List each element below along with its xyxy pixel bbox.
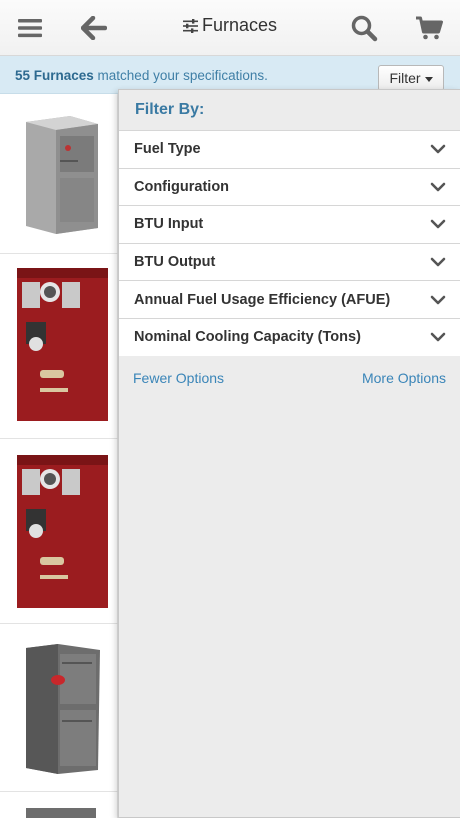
cart-icon[interactable] <box>411 10 447 46</box>
page-title: Furnaces <box>0 15 460 38</box>
filter-option-label: Fuel Type <box>134 141 201 158</box>
page-title-text: Furnaces <box>201 15 278 35</box>
filter-option-label: Configuration <box>134 178 230 195</box>
chevron-down-icon <box>430 295 446 304</box>
search-icon[interactable] <box>346 10 382 46</box>
filter-option-btu-output[interactable]: BTU Output <box>119 242 460 281</box>
filter-option-fuel-type[interactable]: Fuel Type <box>119 130 460 168</box>
product-image <box>0 439 118 623</box>
chevron-down-icon <box>430 220 446 229</box>
product-image <box>0 624 118 791</box>
filter-option-btu-input[interactable]: BTU Input <box>119 205 460 243</box>
product-image <box>0 792 118 818</box>
product-image <box>0 94 118 253</box>
top-nav-bar: Furnaces <box>0 0 460 56</box>
filter-options-links: Fewer Options More Options <box>119 356 460 386</box>
app-root: Furnaces 55 Furnaces matched your specif… <box>0 0 460 818</box>
filter-option-label: Annual Fuel Usage Efficiency (AFUE) <box>134 291 391 308</box>
filter-button[interactable]: Filter <box>378 65 444 91</box>
product-image <box>0 254 118 438</box>
more-options-link[interactable]: More Options <box>362 370 446 386</box>
filter-option-afue[interactable]: Annual Fuel Usage Efficiency (AFUE) <box>119 280 460 318</box>
filter-button-label: Filter <box>389 70 421 86</box>
chevron-down-icon <box>430 182 446 192</box>
results-count: 55 Furnaces <box>15 68 94 83</box>
results-summary: 55 Furnaces matched your specifications. <box>15 68 268 83</box>
chevron-down-icon <box>430 257 446 267</box>
tune-icon <box>182 17 198 38</box>
chevron-down-icon <box>430 332 446 342</box>
fewer-options-link[interactable]: Fewer Options <box>133 370 224 386</box>
caret-down-icon <box>424 76 433 82</box>
results-suffix: matched your specifications. <box>93 68 268 83</box>
filter-heading: Filter By: <box>135 101 205 118</box>
filter-option-cooling-capacity[interactable]: Nominal Cooling Capacity (Tons) <box>119 317 460 356</box>
chevron-down-icon <box>430 144 446 154</box>
filter-dropdown: Filter By: Fuel Type Configuration BTU I… <box>118 89 460 818</box>
filter-option-label: BTU Output <box>134 254 216 271</box>
filter-option-configuration[interactable]: Configuration <box>119 167 460 206</box>
filter-option-label: Nominal Cooling Capacity (Tons) <box>134 329 361 346</box>
filter-option-label: BTU Input <box>134 216 204 233</box>
